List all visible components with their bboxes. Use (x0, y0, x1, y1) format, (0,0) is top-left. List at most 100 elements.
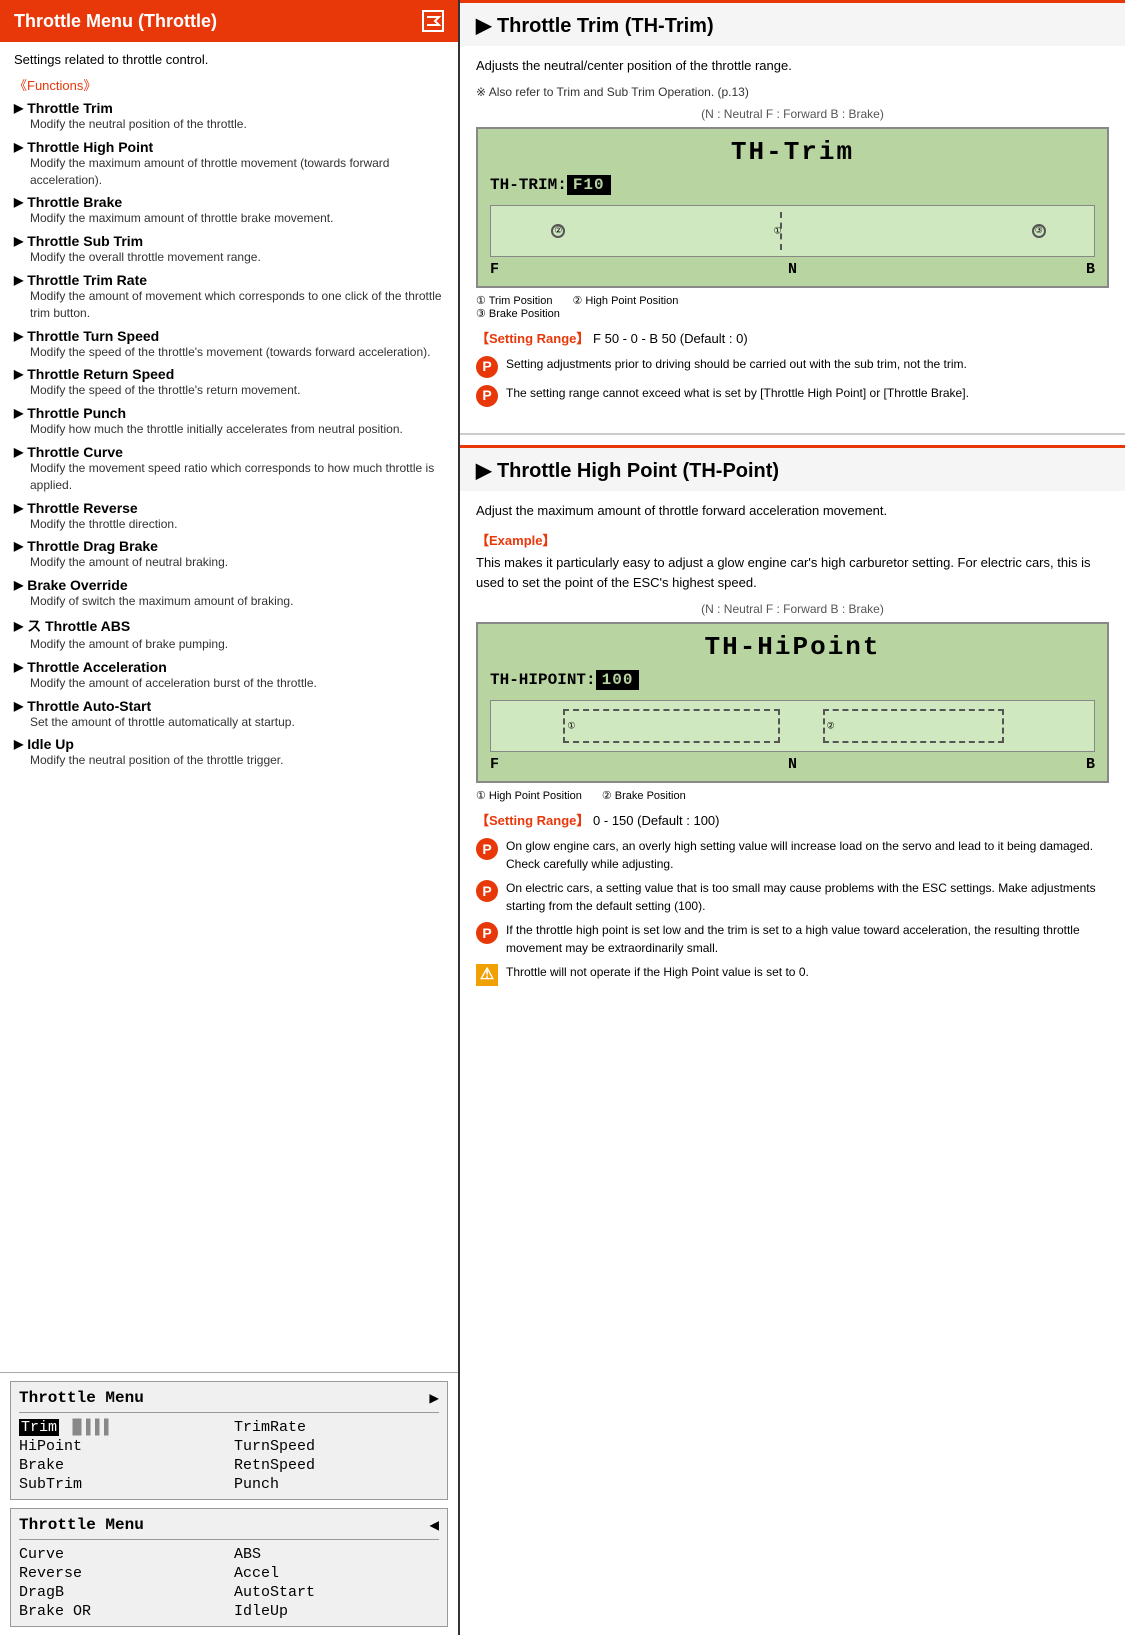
lcd-hipoint-value-label: TH-HIPOINT: (490, 671, 596, 689)
item-title-text-9: Throttle Reverse (27, 500, 137, 516)
item-title-11[interactable]: ▶Brake Override (14, 577, 444, 593)
notice-text-2-1: On glow engine cars, an overly high sett… (506, 837, 1109, 873)
notice-icon-1: P (476, 356, 498, 378)
menu-item-0[interactable]: ▶Throttle TrimModify the neutral positio… (14, 100, 444, 133)
item-desc-8: Modify the movement speed ratio which co… (30, 460, 444, 494)
screen-box-2: Throttle Menu ◀ Curve ABS Reverse Accel … (10, 1508, 448, 1627)
label-highpoint-pos: ② High Point Position (573, 294, 679, 307)
item-title-12[interactable]: ▶ス Throttle ABS (14, 616, 444, 636)
menu-item-12[interactable]: ▶ス Throttle ABSModify the amount of brak… (14, 616, 444, 653)
item-desc-11: Modify of switch the maximum amount of b… (30, 593, 444, 610)
hipoint-diagram-labels: ① High Point Position ② Brake Position (476, 789, 1109, 802)
item-title-text-7: Throttle Punch (27, 405, 126, 421)
item-title-2[interactable]: ▶Throttle Brake (14, 194, 444, 210)
screen2-item-abs[interactable]: ABS (234, 1546, 439, 1563)
item-title-15[interactable]: ▶Idle Up (14, 736, 444, 752)
item-desc-4: Modify the amount of movement which corr… (30, 288, 444, 322)
item-title-text-5: Throttle Turn Speed (27, 328, 159, 344)
notice-icon-2: P (476, 385, 498, 407)
menu-item-9[interactable]: ▶Throttle ReverseModify the throttle dir… (14, 500, 444, 533)
screen1-item-trim[interactable]: Trim ▐▌▌▌▌ (19, 1419, 224, 1436)
screen2-item-autostart[interactable]: AutoStart (234, 1584, 439, 1601)
item-title-0[interactable]: ▶Throttle Trim (14, 100, 444, 116)
notice-icon-2-2: P (476, 880, 498, 902)
item-desc-10: Modify the amount of neutral braking. (30, 554, 444, 571)
screen1-item-subtrim[interactable]: SubTrim (19, 1476, 224, 1493)
item-title-3[interactable]: ▶Throttle Sub Trim (14, 233, 444, 249)
item-title-text-15: Idle Up (27, 736, 74, 752)
lcd-hipoint-value: 100 (596, 670, 640, 690)
menu-item-14[interactable]: ▶Throttle Auto-StartSet the amount of th… (14, 698, 444, 731)
hipoint-fbh-b: B (1086, 756, 1095, 773)
screen1-item-punch[interactable]: Punch (234, 1476, 439, 1493)
item-title-1[interactable]: ▶Throttle High Point (14, 139, 444, 155)
section2-title: ▶ Throttle High Point (TH-Point) (476, 460, 779, 482)
marker-2: ② (551, 224, 565, 238)
menu-item-4[interactable]: ▶Throttle Trim RateModify the amount of … (14, 272, 444, 322)
screen2-item-brakeor[interactable]: Brake OR (19, 1603, 224, 1620)
item-title-10[interactable]: ▶Throttle Drag Brake (14, 538, 444, 554)
fbh-f: F (490, 261, 499, 278)
menu-screens: Throttle Menu ▶ Trim ▐▌▌▌▌ TrimRate HiPo… (0, 1372, 458, 1635)
screen2-item-reverse[interactable]: Reverse (19, 1565, 224, 1582)
functions-label: 《Functions》 (14, 75, 444, 94)
left-content: Settings related to throttle control. 《F… (0, 42, 458, 1362)
notice-text-2-2: On electric cars, a setting value that i… (506, 879, 1109, 915)
item-title-8[interactable]: ▶Throttle Curve (14, 444, 444, 460)
lcd-hipoint-screen: TH-HiPoint TH-HIPOINT: 100 ① ② F N B (476, 622, 1109, 783)
menu-items-list: ▶Throttle TrimModify the neutral positio… (14, 100, 444, 769)
section2-label-row: (N : Neutral F : Forward B : Brake) (476, 602, 1109, 616)
lcd-hipoint-title: TH-HiPoint (490, 632, 1095, 662)
screen2-item-dragb[interactable]: DragB (19, 1584, 224, 1601)
screen1-item-turnspeed[interactable]: TurnSpeed (234, 1438, 439, 1455)
screen1-item-trimrate[interactable]: TrimRate (234, 1419, 439, 1436)
trim-diagram: ② ① ③ (490, 205, 1095, 257)
notice2-2: P On electric cars, a setting value that… (476, 879, 1109, 915)
section1-header: ▶ Throttle Trim (TH-Trim) (460, 0, 1125, 46)
menu-item-15[interactable]: ▶Idle UpModify the neutral position of t… (14, 736, 444, 769)
menu-item-11[interactable]: ▶Brake OverrideModify of switch the maxi… (14, 577, 444, 610)
screen2-item-accel[interactable]: Accel (234, 1565, 439, 1582)
screen2-item-curve[interactable]: Curve (19, 1546, 224, 1563)
menu-item-3[interactable]: ▶Throttle Sub TrimModify the overall thr… (14, 233, 444, 266)
section1-title: ▶ Throttle Trim (TH-Trim) (476, 15, 714, 37)
menu-item-8[interactable]: ▶Throttle CurveModify the movement speed… (14, 444, 444, 494)
menu-item-2[interactable]: ▶Throttle BrakeModify the maximum amount… (14, 194, 444, 227)
notice-text-1-2: The setting range cannot exceed what is … (506, 384, 969, 402)
section1-setting-range: 【Setting Range】 F 50 - 0 - B 50 (Default… (476, 328, 1109, 347)
menu-item-5[interactable]: ▶Throttle Turn SpeedModify the speed of … (14, 328, 444, 361)
left-title: Throttle Menu (Throttle) (14, 11, 217, 32)
menu-item-7[interactable]: ▶Throttle PunchModify how much the throt… (14, 405, 444, 438)
notice-icon-2-4: ⚠ (476, 964, 498, 986)
section1-content: Adjusts the neutral/center position of t… (460, 46, 1125, 423)
screen1-item-retnspeed[interactable]: RetnSpeed (234, 1457, 439, 1474)
menu-item-13[interactable]: ▶Throttle AccelerationModify the amount … (14, 659, 444, 692)
screen2-item-idleup[interactable]: IdleUp (234, 1603, 439, 1620)
item-title-13[interactable]: ▶Throttle Acceleration (14, 659, 444, 675)
setting-range-bracket2: 【Setting Range】 (476, 813, 589, 828)
menu-item-1[interactable]: ▶Throttle High PointModify the maximum a… (14, 139, 444, 189)
hipoint-marker-1: ① (567, 721, 575, 732)
label-hipoint-pos: ① High Point Position (476, 789, 582, 802)
item-desc-5: Modify the speed of the throttle's movem… (30, 344, 444, 361)
menu-item-6[interactable]: ▶Throttle Return SpeedModify the speed o… (14, 366, 444, 399)
example-text: This makes it particularly easy to adjus… (476, 553, 1109, 595)
item-title-6[interactable]: ▶Throttle Return Speed (14, 366, 444, 382)
item-title-text-11: Brake Override (27, 577, 127, 593)
right-column: ▶ Throttle Trim (TH-Trim) Adjusts the ne… (460, 0, 1125, 1635)
section2-description: Adjust the maximum amount of throttle fo… (476, 501, 1109, 522)
item-desc-3: Modify the overall throttle movement ran… (30, 249, 444, 266)
section2-header: ▶ Throttle High Point (TH-Point) (460, 445, 1125, 491)
item-title-text-1: Throttle High Point (27, 139, 153, 155)
item-title-5[interactable]: ▶Throttle Turn Speed (14, 328, 444, 344)
menu-item-10[interactable]: ▶Throttle Drag BrakeModify the amount of… (14, 538, 444, 571)
screen-box-1: Throttle Menu ▶ Trim ▐▌▌▌▌ TrimRate HiPo… (10, 1381, 448, 1500)
setting-range-bracket1: 【Setting Range】 (476, 331, 589, 346)
lcd-trim-screen: TH-Trim TH-TRIM: F10 ② ① ③ F N B (476, 127, 1109, 288)
screen1-item-hipoint[interactable]: HiPoint (19, 1438, 224, 1455)
item-title-4[interactable]: ▶Throttle Trim Rate (14, 272, 444, 288)
item-title-14[interactable]: ▶Throttle Auto-Start (14, 698, 444, 714)
item-title-7[interactable]: ▶Throttle Punch (14, 405, 444, 421)
screen1-item-brake[interactable]: Brake (19, 1457, 224, 1474)
item-title-9[interactable]: ▶Throttle Reverse (14, 500, 444, 516)
